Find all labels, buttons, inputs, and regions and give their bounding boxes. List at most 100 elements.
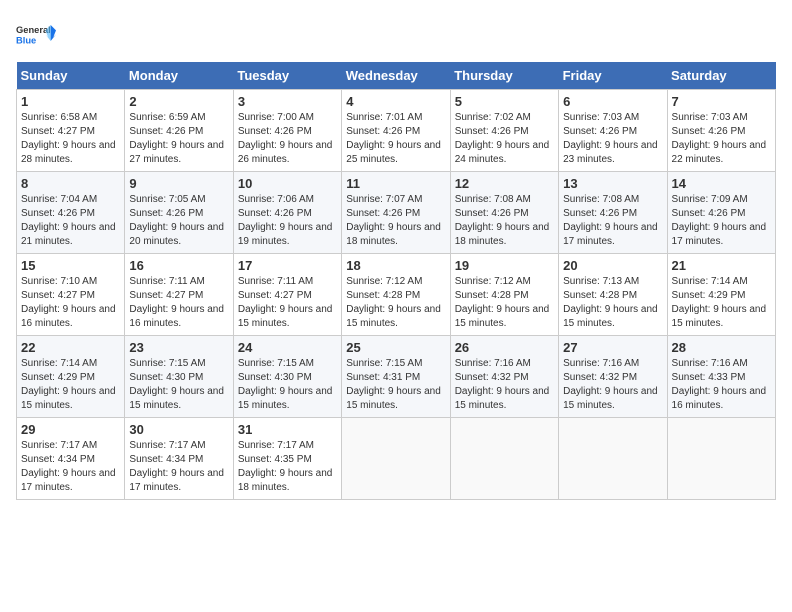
day-info: Sunrise: 7:12 AM Sunset: 4:28 PM Dayligh… [455,275,554,331]
day-info: Sunrise: 6:58 AM Sunset: 4:27 PM Dayligh… [21,111,120,167]
day-number: 5 [455,94,554,109]
calendar-cell: 5 Sunrise: 7:02 AM Sunset: 4:26 PM Dayli… [450,90,558,172]
logo-svg: General Blue [16,16,56,54]
calendar-table: Sunday Monday Tuesday Wednesday Thursday… [16,62,776,500]
day-number: 28 [672,340,771,355]
calendar-cell: 25 Sunrise: 7:15 AM Sunset: 4:31 PM Dayl… [342,336,450,418]
calendar-week-row: 8 Sunrise: 7:04 AM Sunset: 4:26 PM Dayli… [17,172,776,254]
calendar-cell: 10 Sunrise: 7:06 AM Sunset: 4:26 PM Dayl… [233,172,341,254]
day-info: Sunrise: 7:01 AM Sunset: 4:26 PM Dayligh… [346,111,445,167]
calendar-cell [559,418,667,500]
calendar-cell: 12 Sunrise: 7:08 AM Sunset: 4:26 PM Dayl… [450,172,558,254]
day-number: 23 [129,340,228,355]
day-info: Sunrise: 7:17 AM Sunset: 4:34 PM Dayligh… [21,439,120,495]
day-number: 3 [238,94,337,109]
col-saturday: Saturday [667,62,775,90]
day-info: Sunrise: 7:00 AM Sunset: 4:26 PM Dayligh… [238,111,337,167]
calendar-cell [342,418,450,500]
day-info: Sunrise: 7:02 AM Sunset: 4:26 PM Dayligh… [455,111,554,167]
day-info: Sunrise: 7:15 AM Sunset: 4:31 PM Dayligh… [346,357,445,413]
calendar-cell [667,418,775,500]
day-info: Sunrise: 7:15 AM Sunset: 4:30 PM Dayligh… [238,357,337,413]
day-number: 13 [563,176,662,191]
svg-text:Blue: Blue [16,36,36,46]
col-wednesday: Wednesday [342,62,450,90]
day-info: Sunrise: 7:05 AM Sunset: 4:26 PM Dayligh… [129,193,228,249]
calendar-cell: 15 Sunrise: 7:10 AM Sunset: 4:27 PM Dayl… [17,254,125,336]
day-number: 24 [238,340,337,355]
calendar-cell: 31 Sunrise: 7:17 AM Sunset: 4:35 PM Dayl… [233,418,341,500]
day-number: 29 [21,422,120,437]
calendar-cell: 23 Sunrise: 7:15 AM Sunset: 4:30 PM Dayl… [125,336,233,418]
col-thursday: Thursday [450,62,558,90]
calendar-body: 1 Sunrise: 6:58 AM Sunset: 4:27 PM Dayli… [17,90,776,500]
calendar-cell: 8 Sunrise: 7:04 AM Sunset: 4:26 PM Dayli… [17,172,125,254]
day-info: Sunrise: 7:14 AM Sunset: 4:29 PM Dayligh… [21,357,120,413]
day-number: 14 [672,176,771,191]
calendar-cell: 9 Sunrise: 7:05 AM Sunset: 4:26 PM Dayli… [125,172,233,254]
day-number: 27 [563,340,662,355]
day-number: 1 [21,94,120,109]
col-monday: Monday [125,62,233,90]
col-sunday: Sunday [17,62,125,90]
day-info: Sunrise: 7:09 AM Sunset: 4:26 PM Dayligh… [672,193,771,249]
day-number: 12 [455,176,554,191]
day-number: 11 [346,176,445,191]
day-info: Sunrise: 7:17 AM Sunset: 4:34 PM Dayligh… [129,439,228,495]
day-number: 10 [238,176,337,191]
calendar-cell: 2 Sunrise: 6:59 AM Sunset: 4:26 PM Dayli… [125,90,233,172]
day-info: Sunrise: 7:08 AM Sunset: 4:26 PM Dayligh… [563,193,662,249]
calendar-cell: 11 Sunrise: 7:07 AM Sunset: 4:26 PM Dayl… [342,172,450,254]
calendar-cell: 27 Sunrise: 7:16 AM Sunset: 4:32 PM Dayl… [559,336,667,418]
day-info: Sunrise: 7:16 AM Sunset: 4:32 PM Dayligh… [455,357,554,413]
day-info: Sunrise: 7:10 AM Sunset: 4:27 PM Dayligh… [21,275,120,331]
col-friday: Friday [559,62,667,90]
day-number: 16 [129,258,228,273]
calendar-week-row: 29 Sunrise: 7:17 AM Sunset: 4:34 PM Dayl… [17,418,776,500]
calendar-cell: 7 Sunrise: 7:03 AM Sunset: 4:26 PM Dayli… [667,90,775,172]
day-number: 17 [238,258,337,273]
day-info: Sunrise: 7:11 AM Sunset: 4:27 PM Dayligh… [129,275,228,331]
day-number: 7 [672,94,771,109]
calendar-week-row: 15 Sunrise: 7:10 AM Sunset: 4:27 PM Dayl… [17,254,776,336]
calendar-cell: 18 Sunrise: 7:12 AM Sunset: 4:28 PM Dayl… [342,254,450,336]
col-tuesday: Tuesday [233,62,341,90]
day-info: Sunrise: 7:17 AM Sunset: 4:35 PM Dayligh… [238,439,337,495]
day-info: Sunrise: 7:16 AM Sunset: 4:32 PM Dayligh… [563,357,662,413]
day-number: 8 [21,176,120,191]
svg-text:General: General [16,25,51,35]
calendar-cell: 1 Sunrise: 6:58 AM Sunset: 4:27 PM Dayli… [17,90,125,172]
calendar-cell: 17 Sunrise: 7:11 AM Sunset: 4:27 PM Dayl… [233,254,341,336]
calendar-cell: 14 Sunrise: 7:09 AM Sunset: 4:26 PM Dayl… [667,172,775,254]
calendar-week-row: 1 Sunrise: 6:58 AM Sunset: 4:27 PM Dayli… [17,90,776,172]
calendar-cell: 4 Sunrise: 7:01 AM Sunset: 4:26 PM Dayli… [342,90,450,172]
calendar-cell: 13 Sunrise: 7:08 AM Sunset: 4:26 PM Dayl… [559,172,667,254]
logo: General Blue [16,16,56,54]
day-info: Sunrise: 7:15 AM Sunset: 4:30 PM Dayligh… [129,357,228,413]
calendar-cell: 6 Sunrise: 7:03 AM Sunset: 4:26 PM Dayli… [559,90,667,172]
day-info: Sunrise: 7:03 AM Sunset: 4:26 PM Dayligh… [563,111,662,167]
day-number: 22 [21,340,120,355]
day-number: 31 [238,422,337,437]
day-info: Sunrise: 7:14 AM Sunset: 4:29 PM Dayligh… [672,275,771,331]
day-info: Sunrise: 6:59 AM Sunset: 4:26 PM Dayligh… [129,111,228,167]
day-info: Sunrise: 7:04 AM Sunset: 4:26 PM Dayligh… [21,193,120,249]
day-info: Sunrise: 7:06 AM Sunset: 4:26 PM Dayligh… [238,193,337,249]
day-number: 30 [129,422,228,437]
day-info: Sunrise: 7:16 AM Sunset: 4:33 PM Dayligh… [672,357,771,413]
day-number: 25 [346,340,445,355]
calendar-cell: 26 Sunrise: 7:16 AM Sunset: 4:32 PM Dayl… [450,336,558,418]
calendar-cell: 20 Sunrise: 7:13 AM Sunset: 4:28 PM Dayl… [559,254,667,336]
calendar-cell: 3 Sunrise: 7:00 AM Sunset: 4:26 PM Dayli… [233,90,341,172]
day-number: 20 [563,258,662,273]
calendar-cell: 29 Sunrise: 7:17 AM Sunset: 4:34 PM Dayl… [17,418,125,500]
day-number: 2 [129,94,228,109]
calendar-cell: 22 Sunrise: 7:14 AM Sunset: 4:29 PM Dayl… [17,336,125,418]
calendar-cell: 28 Sunrise: 7:16 AM Sunset: 4:33 PM Dayl… [667,336,775,418]
calendar-week-row: 22 Sunrise: 7:14 AM Sunset: 4:29 PM Dayl… [17,336,776,418]
day-info: Sunrise: 7:03 AM Sunset: 4:26 PM Dayligh… [672,111,771,167]
calendar-cell [450,418,558,500]
calendar-cell: 24 Sunrise: 7:15 AM Sunset: 4:30 PM Dayl… [233,336,341,418]
day-number: 15 [21,258,120,273]
header: General Blue [16,16,776,54]
